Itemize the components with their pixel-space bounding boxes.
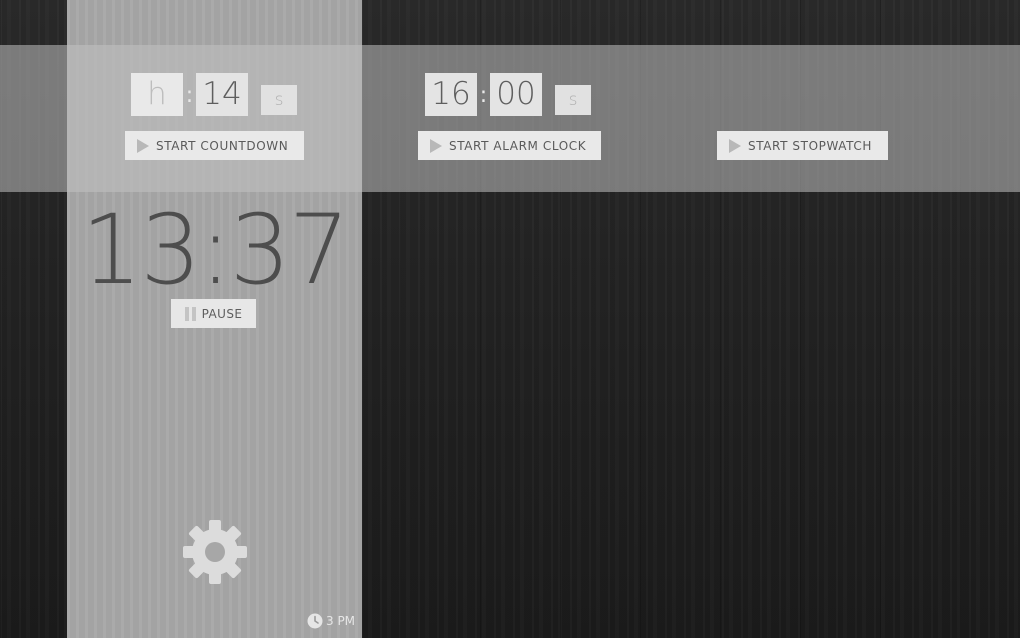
start-countdown-button[interactable]: START COUNTDOWN <box>125 131 304 160</box>
start-alarm-clock-button[interactable]: START ALARM CLOCK <box>418 131 601 160</box>
pause-button[interactable]: PAUSE <box>171 299 256 328</box>
alarm-time-inputs: 16 : 00 s <box>425 73 591 116</box>
pause-label: PAUSE <box>201 306 243 321</box>
countdown-hours-input[interactable]: h <box>131 73 183 116</box>
timer-controls-band <box>0 45 1020 192</box>
clock-icon <box>307 613 323 629</box>
alarm-minutes-input[interactable]: 00 <box>490 73 542 116</box>
countdown-display: 13:37 <box>81 194 350 306</box>
countdown-minutes-input[interactable]: 14 <box>196 73 248 116</box>
pause-icon <box>184 306 196 321</box>
start-stopwatch-label: START STOPWATCH <box>748 138 872 153</box>
countdown-seconds-input[interactable]: s <box>261 85 297 115</box>
play-icon <box>729 138 741 153</box>
play-icon <box>430 138 442 153</box>
alarm-separator: : <box>479 83 488 108</box>
countdown-separator: : <box>185 83 194 108</box>
start-countdown-label: START COUNTDOWN <box>156 138 289 153</box>
countdown-time-inputs: h : 14 s <box>131 73 297 116</box>
current-time-label: 3 PM <box>326 614 356 628</box>
start-alarm-clock-label: START ALARM CLOCK <box>449 138 587 153</box>
start-stopwatch-button[interactable]: START STOPWATCH <box>717 131 888 160</box>
alarm-hours-input[interactable]: 16 <box>425 73 477 116</box>
current-time-status: 3 PM <box>307 613 355 629</box>
alarm-seconds-input[interactable]: s <box>555 85 591 115</box>
gear-icon <box>183 520 247 584</box>
settings-button[interactable] <box>180 517 250 587</box>
play-icon <box>137 138 149 153</box>
